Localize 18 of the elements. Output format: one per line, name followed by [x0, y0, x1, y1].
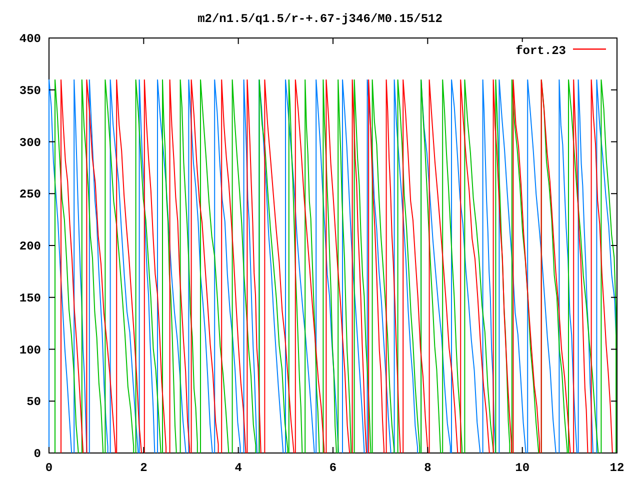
x-tick-label: 8 [424, 461, 432, 475]
x-tick-label: 6 [329, 461, 337, 475]
x-tick-label: 0 [45, 461, 53, 475]
y-tick-label: 0 [34, 447, 41, 461]
y-tick-label: 400 [19, 32, 41, 46]
chart-title: m2/n1.5/q1.5/r-+.67-j346/M0.15/512 [198, 12, 442, 26]
y-tick-label: 150 [19, 291, 41, 306]
x-tick-label: 2 [140, 461, 148, 475]
legend-label: fort.23 [516, 44, 566, 58]
y-tick-label: 50 [26, 395, 41, 410]
x-tick-label: 12 [610, 461, 624, 475]
y-tick-label: 250 [19, 188, 41, 202]
x-tick-label: 4 [234, 461, 242, 475]
y-tick-label: 200 [19, 240, 41, 254]
x-tick-label: 10 [515, 461, 530, 475]
y-tick-label: 300 [19, 136, 41, 150]
y-tick-label: 350 [19, 84, 41, 98]
y-tick-label: 100 [19, 343, 41, 358]
